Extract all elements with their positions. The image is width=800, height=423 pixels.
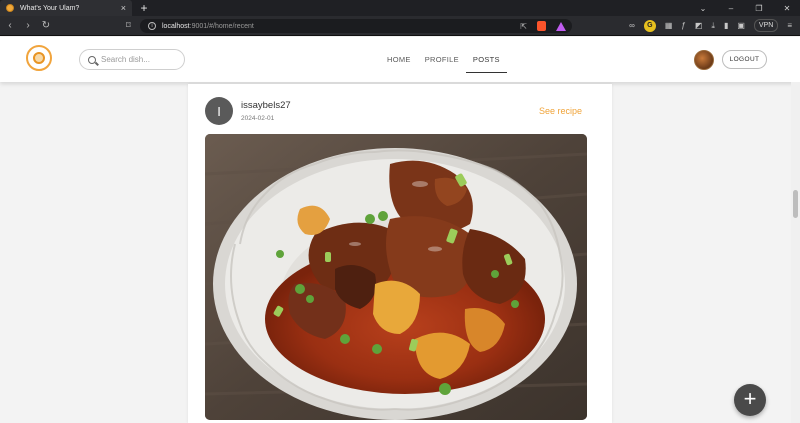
menu-icon[interactable]: ≡ [787,21,792,30]
post-author-avatar[interactable]: I [205,97,233,125]
post-username[interactable]: issaybels27 [241,100,291,111]
share-icon[interactable]: ⇱ [520,22,527,31]
logout-button[interactable]: LOGOUT [722,50,767,69]
vpn-button[interactable]: VPN [753,19,779,32]
maximize-button[interactable]: ❐ [754,4,764,13]
app-logo[interactable] [26,45,52,71]
bookmark-icon[interactable]: ⌑ [126,20,131,31]
url-text: localhost:9001/#/home/recent [162,23,254,30]
omni-actions: ⇱ [520,21,566,31]
browser-tabbar: What's Your Ulam? × + ⌄ – ❐ ✕ [0,0,800,16]
scrollbar-thumb[interactable] [793,190,798,218]
rewards-icon[interactable] [556,21,566,31]
sidebar-icon[interactable]: ▮ [724,21,728,30]
search-box [79,49,185,70]
minimize-button[interactable]: – [726,4,736,13]
url-host: localhost [162,22,190,30]
back-icon[interactable]: ‹ [2,20,18,31]
nav-posts[interactable]: POSTS [465,53,507,73]
extensions-area: ∞ G ▦ ƒ ◩ ⤓ ▮ ▣ VPN ≡ [629,19,792,32]
url-field[interactable]: i localhost:9001/#/home/recent ⇱ [140,19,572,33]
puzzle-icon[interactable]: ▦ [665,21,673,30]
extension-badge-icon[interactable]: G [643,19,656,32]
wallet-icon[interactable]: ▣ [737,21,745,30]
download-icon[interactable]: ⤓ [711,21,715,31]
main-nav: HOME PROFILE POSTS [380,53,507,73]
window-controls: ⌄ – ❐ ✕ [698,0,800,16]
code-icon[interactable]: ◩ [695,21,703,30]
user-avatar[interactable] [694,50,714,70]
nav-profile[interactable]: PROFILE [418,53,466,73]
dish-photo [205,134,587,420]
chevron-down-icon[interactable]: ⌄ [698,4,708,13]
address-bar: ‹ › ↻ ⌑ i localhost:9001/#/home/recent ⇱… [0,16,800,36]
see-recipe-link[interactable]: See recipe [539,106,582,116]
favicon-icon [6,4,14,12]
post-date: 2024-02-01 [241,115,275,122]
reload-icon[interactable]: ↻ [38,20,54,31]
glasses-icon[interactable]: ∞ [629,21,635,30]
add-post-button[interactable]: + [734,384,766,416]
dev-icon[interactable]: ƒ [681,21,685,30]
browser-tab[interactable]: What's Your Ulam? × [0,0,132,16]
app-header: HOME PROFILE POSTS [0,37,800,82]
search-input[interactable] [101,55,181,64]
close-icon[interactable]: × [121,2,126,14]
tab-title: What's Your Ulam? [20,4,80,12]
logo-icon [33,52,45,64]
brave-shield-icon[interactable] [537,21,546,31]
url-path: :9001/#/home/recent [189,22,254,30]
post-dish-image[interactable] [205,134,587,420]
search-icon [88,55,96,64]
forward-icon[interactable]: › [20,20,36,31]
nav-home[interactable]: HOME [380,53,418,73]
new-tab-button[interactable]: + [138,0,150,16]
page-scrollbar[interactable] [791,82,800,423]
info-icon[interactable]: i [148,22,156,30]
close-window-button[interactable]: ✕ [782,4,792,13]
